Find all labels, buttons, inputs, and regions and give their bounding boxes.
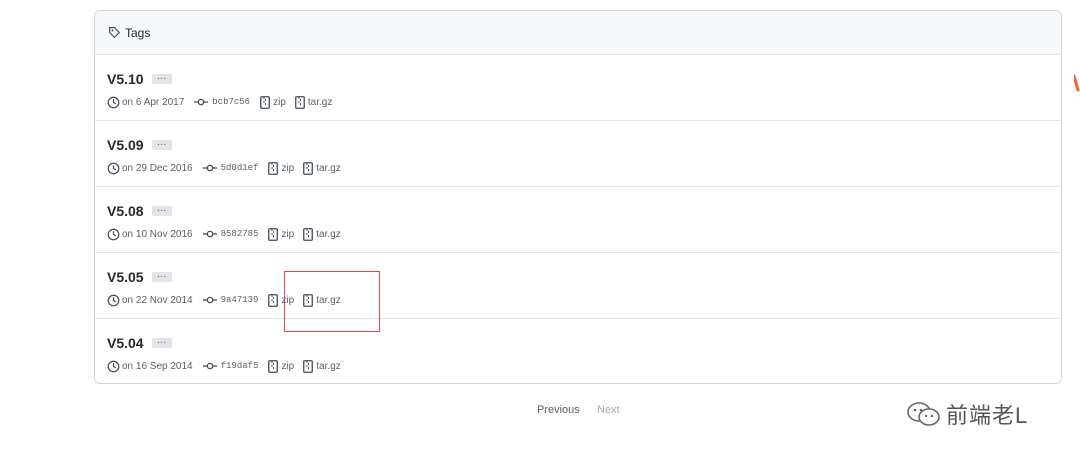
tag-row: V5.10 … on 6 Apr 2017 bcb7c56 zip tar.gz bbox=[95, 55, 1061, 121]
tag-row: V5.04 … on 16 Sep 2014 f19daf5 zip tar.g… bbox=[95, 319, 1061, 383]
tag-name-link[interactable]: V5.05 bbox=[107, 269, 144, 285]
zip-file-icon bbox=[260, 95, 270, 109]
wechat-icon bbox=[906, 400, 942, 428]
clock-icon bbox=[107, 96, 120, 109]
tag-row: V5.05 … on 22 Nov 2014 9a47139 zip tar.g… bbox=[95, 253, 1061, 319]
clock-icon bbox=[107, 228, 120, 241]
tag-row: V5.09 … on 29 Dec 2016 5d0d1ef zip tar.g… bbox=[95, 121, 1061, 187]
wechat-watermark: 前端老L bbox=[906, 398, 1028, 430]
tag-name-link[interactable]: V5.04 bbox=[107, 335, 144, 351]
expand-dots-button[interactable]: … bbox=[151, 204, 173, 216]
targz-file-icon bbox=[303, 293, 314, 307]
watermark-text: 前端老L bbox=[946, 403, 1029, 428]
tags-box: Tags V5.10 … on 6 Apr 2017 bcb7c56 zip t… bbox=[94, 10, 1062, 384]
zip-download-link[interactable]: zip bbox=[281, 229, 294, 240]
expand-dots-button[interactable]: … bbox=[151, 270, 173, 282]
expand-dots-button[interactable]: … bbox=[151, 336, 173, 348]
targz-download-link[interactable]: tar.gz bbox=[308, 97, 332, 108]
commit-icon bbox=[202, 163, 217, 173]
targz-download-link[interactable]: tar.gz bbox=[316, 229, 340, 240]
tag-name-link[interactable]: V5.09 bbox=[107, 137, 144, 153]
targz-file-icon bbox=[303, 227, 314, 241]
commit-icon bbox=[194, 97, 209, 107]
orange-edge-mark bbox=[1072, 74, 1080, 97]
clock-icon bbox=[107, 294, 120, 307]
tag-date: on 29 Dec 2016 bbox=[122, 162, 193, 174]
tags-header: Tags bbox=[95, 11, 1061, 55]
tag-date: on 22 Nov 2014 bbox=[122, 294, 193, 306]
commit-sha-link[interactable]: 8582785 bbox=[221, 229, 259, 239]
commit-icon bbox=[202, 229, 217, 239]
tag-date: on 10 Nov 2016 bbox=[122, 228, 193, 240]
tag-name-link[interactable]: V5.08 bbox=[107, 203, 144, 219]
commit-icon bbox=[202, 295, 217, 305]
commit-sha-link[interactable]: 5d0d1ef bbox=[221, 163, 259, 173]
zip-file-icon bbox=[268, 293, 279, 307]
targz-download-link[interactable]: tar.gz bbox=[316, 163, 340, 174]
zip-file-icon bbox=[268, 227, 279, 241]
previous-page-link[interactable]: Previous bbox=[537, 404, 580, 416]
tag-name-link[interactable]: V5.10 bbox=[107, 71, 144, 87]
commit-sha-link[interactable]: f19daf5 bbox=[221, 361, 259, 371]
expand-dots-button[interactable]: … bbox=[151, 72, 173, 84]
commit-sha-link[interactable]: 9a47139 bbox=[221, 295, 259, 305]
next-page-link: Next bbox=[597, 404, 620, 416]
targz-file-icon bbox=[294, 95, 305, 109]
tag-row: V5.08 … on 10 Nov 2016 8582785 zip tar.g… bbox=[95, 187, 1061, 253]
zip-download-link[interactable]: zip bbox=[281, 361, 294, 372]
targz-download-link[interactable]: tar.gz bbox=[316, 295, 340, 306]
targz-download-link[interactable]: tar.gz bbox=[316, 361, 340, 372]
tag-date: on 16 Sep 2014 bbox=[122, 360, 193, 372]
zip-download-link[interactable]: zip bbox=[281, 163, 294, 174]
targz-file-icon bbox=[303, 359, 314, 373]
tag-date: on 6 Apr 2017 bbox=[122, 96, 185, 108]
clock-icon bbox=[107, 162, 120, 175]
zip-file-icon bbox=[268, 161, 279, 175]
tag-icon bbox=[108, 26, 121, 39]
commit-icon bbox=[202, 361, 217, 371]
tags-title: Tags bbox=[125, 25, 151, 40]
clock-icon bbox=[107, 360, 120, 373]
expand-dots-button[interactable]: … bbox=[151, 138, 173, 150]
zip-download-link[interactable]: zip bbox=[281, 295, 294, 306]
zip-file-icon bbox=[268, 359, 279, 373]
commit-sha-link[interactable]: bcb7c56 bbox=[212, 97, 250, 107]
zip-download-link[interactable]: zip bbox=[273, 97, 286, 108]
targz-file-icon bbox=[303, 161, 314, 175]
